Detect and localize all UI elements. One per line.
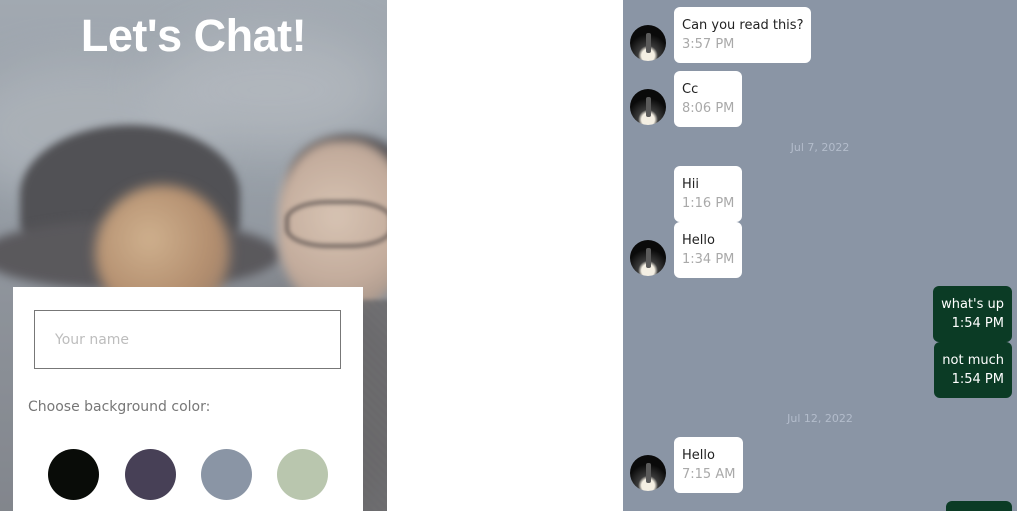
message-bubble-outgoing[interactable] bbox=[946, 501, 1012, 511]
day-divider: Jul 12, 2022 bbox=[787, 412, 853, 425]
message-bubble-incoming[interactable]: Can you read this? 3:57 PM bbox=[674, 7, 812, 63]
message-text: Hello bbox=[682, 233, 715, 248]
message-text: Can you read this? bbox=[682, 18, 804, 33]
user-avatar[interactable] bbox=[630, 455, 666, 491]
message-bubble-incoming[interactable]: Cc 8:06 PM bbox=[674, 71, 743, 127]
name-input[interactable] bbox=[34, 310, 341, 369]
user-avatar[interactable] bbox=[630, 240, 666, 276]
chat-screen[interactable]: Can you read this? 3:57 PM Cc 8:06 PM Ju… bbox=[623, 0, 1017, 511]
start-form-card: Choose background color: bbox=[13, 287, 363, 511]
message-time: 1:16 PM bbox=[682, 196, 735, 211]
color-swatch-green[interactable] bbox=[277, 449, 328, 500]
message-time: 1:54 PM bbox=[951, 372, 1004, 387]
message-time: 7:15 AM bbox=[682, 467, 736, 482]
message-text: Hello bbox=[682, 448, 715, 463]
message-time: 1:34 PM bbox=[682, 252, 735, 267]
message-text: what's up bbox=[941, 297, 1004, 312]
message-time: 1:54 PM bbox=[951, 316, 1004, 331]
message-text: Cc bbox=[682, 82, 699, 97]
user-avatar[interactable] bbox=[630, 25, 666, 61]
message-time: 3:57 PM bbox=[682, 37, 735, 52]
color-choice-label: Choose background color: bbox=[28, 399, 211, 415]
day-divider: Jul 7, 2022 bbox=[790, 141, 850, 154]
message-bubble-incoming[interactable]: Hello 7:15 AM bbox=[674, 437, 744, 493]
message-text: not much bbox=[942, 353, 1004, 368]
message-bubble-incoming[interactable]: Hello 1:34 PM bbox=[674, 222, 743, 278]
message-text: Hii bbox=[682, 177, 699, 192]
color-swatch-grey[interactable] bbox=[201, 449, 252, 500]
user-avatar[interactable] bbox=[630, 89, 666, 125]
color-swatch-purple[interactable] bbox=[125, 449, 176, 500]
message-bubble-outgoing[interactable]: not much 1:54 PM bbox=[934, 342, 1012, 398]
message-time: 8:06 PM bbox=[682, 101, 735, 116]
color-swatch-black[interactable] bbox=[48, 449, 99, 500]
app-title: Let's Chat! bbox=[80, 10, 307, 61]
message-bubble-outgoing[interactable]: what's up 1:54 PM bbox=[933, 286, 1012, 342]
start-screen: Let's Chat! Choose background color: bbox=[0, 0, 387, 511]
message-bubble-incoming[interactable]: Hii 1:16 PM bbox=[674, 166, 743, 222]
